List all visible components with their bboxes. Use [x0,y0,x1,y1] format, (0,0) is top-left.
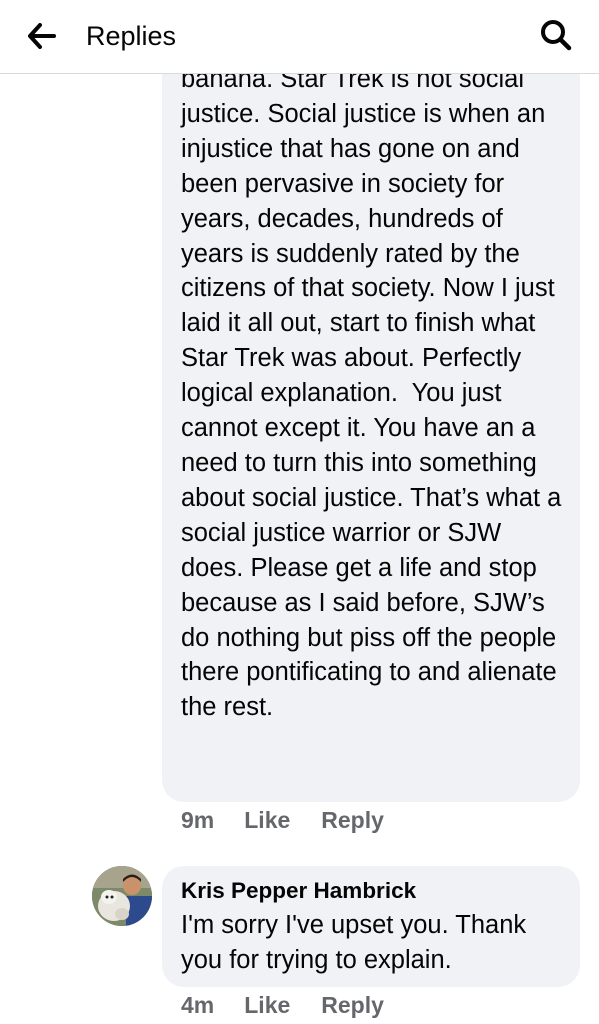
top-bar: Replies [0,0,599,74]
back-button[interactable] [24,18,60,54]
page-title: Replies [86,21,177,51]
comment-timestamp[interactable]: 9m [181,807,214,834]
comment-actions: 9m Like Reply [181,807,384,834]
avatar-image [92,866,152,926]
comment-bubble: Kris Pepper Hambrick I'm sorry I've upse… [162,866,580,987]
like-button[interactable]: Like [244,992,290,1019]
replies-list[interactable]: banana. Star Trek is not social justice.… [0,74,599,1024]
comment-author[interactable]: Kris Pepper Hambrick [181,876,562,906]
search-icon [541,20,572,51]
comment-bubble: banana. Star Trek is not social justice.… [162,74,580,802]
arrow-left-icon [28,23,56,49]
comment-actions: 4m Like Reply [181,992,384,1019]
comment-text: banana. Star Trek is not social justice.… [181,74,569,722]
avatar[interactable] [92,866,152,926]
search-button[interactable] [537,16,575,54]
reply-button[interactable]: Reply [321,992,384,1019]
reply-button[interactable]: Reply [321,807,384,834]
comment-timestamp[interactable]: 4m [181,992,214,1019]
like-button[interactable]: Like [244,807,290,834]
comment-text: I'm sorry I've upset you. Thank you for … [181,911,534,974]
